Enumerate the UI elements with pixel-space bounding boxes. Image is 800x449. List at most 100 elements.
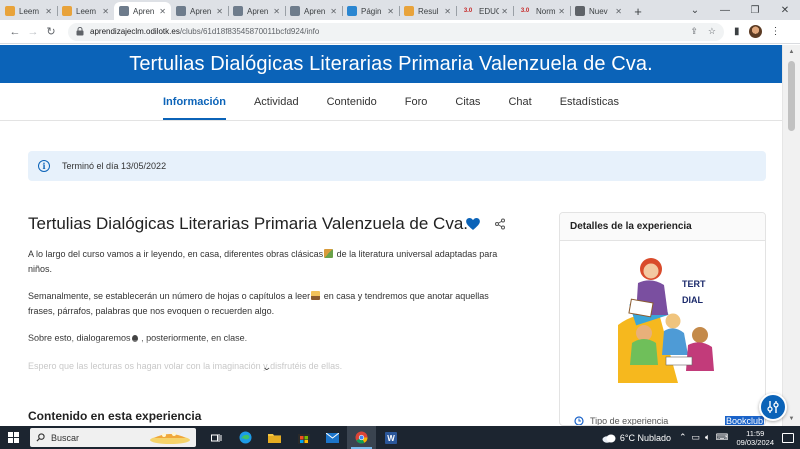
- nav-tab[interactable]: Chat: [508, 83, 531, 120]
- browser-tab[interactable]: Resul ✕: [399, 2, 456, 20]
- taskbar-clock[interactable]: 11:59 09/03/2024: [736, 429, 774, 447]
- nav-tab[interactable]: Foro: [405, 83, 428, 120]
- browser-tab[interactable]: Págin ✕: [342, 2, 399, 20]
- nav-tab[interactable]: Estadísticas: [560, 83, 619, 120]
- word-icon: W: [384, 431, 397, 444]
- tab-title: Nuev: [589, 6, 608, 16]
- file-explorer-app[interactable]: [260, 426, 289, 449]
- browser-tab[interactable]: Apren ✕: [228, 2, 285, 20]
- weather-widget[interactable]: 6°C Nublado: [602, 433, 671, 443]
- browser-tab[interactable]: Leem ✕: [0, 2, 57, 20]
- close-tab-icon[interactable]: ✕: [501, 7, 508, 16]
- task-view-icon: [211, 433, 222, 442]
- reload-icon[interactable]: ↻: [42, 25, 60, 38]
- word-app[interactable]: W: [376, 426, 405, 449]
- browser-tab[interactable]: Nuev ✕: [570, 2, 627, 20]
- system-tray: 6°C Nublado ⌃ ▭ 🔈︎ ⌨︎ 11:59 09/03/2024: [602, 426, 800, 449]
- edge-app[interactable]: [231, 426, 260, 449]
- tab-favicon-icon: [290, 6, 300, 16]
- description-paragraph: Semanalmente, se establecerán un número …: [28, 291, 489, 316]
- site-title: Tertulias Dialógicas Literarias Primaria…: [129, 52, 653, 75]
- keyboard-icon[interactable]: ⌨︎: [715, 432, 728, 443]
- windows-logo-icon: [7, 432, 19, 443]
- svg-text:W: W: [387, 434, 395, 443]
- page-scrollbar[interactable]: ▲ ▼: [782, 45, 800, 426]
- forward-icon[interactable]: →: [24, 26, 42, 38]
- tab-favicon-icon: [119, 6, 129, 16]
- close-tab-icon[interactable]: ✕: [216, 7, 223, 16]
- close-tab-icon[interactable]: ✕: [558, 7, 565, 16]
- experience-type-icon: [574, 416, 584, 425]
- scroll-down-icon[interactable]: ▼: [783, 412, 800, 426]
- tab-title: Apren: [247, 6, 269, 16]
- profile-avatar[interactable]: [748, 25, 762, 38]
- volume-icon[interactable]: 🔈︎: [705, 432, 710, 443]
- notifications-icon[interactable]: [782, 432, 794, 443]
- restore-icon[interactable]: ❐: [740, 5, 770, 16]
- mail-app[interactable]: [318, 426, 347, 449]
- back-icon[interactable]: ←: [6, 26, 24, 38]
- content-section-title: Contenido en esta experiencia: [28, 409, 202, 423]
- windows-taskbar: Buscar W 6°C Nublado ⌃ ▭ 🔈︎ ⌨︎ 11:59 09/…: [0, 426, 800, 449]
- task-view-button[interactable]: [202, 426, 231, 449]
- taskbar-apps: W: [202, 426, 405, 449]
- nav-tab[interactable]: Contenido: [327, 83, 377, 120]
- browser-tab[interactable]: Apren ✕: [171, 2, 228, 20]
- close-tab-icon[interactable]: ✕: [273, 7, 280, 16]
- cover-text-2: DIAL: [682, 295, 703, 305]
- bookmark-star-icon[interactable]: ☆: [708, 26, 716, 37]
- browser-tab[interactable]: Leem ✕: [57, 2, 114, 20]
- tab-search-icon[interactable]: ⌄: [680, 5, 710, 16]
- experience-title: Tertulias Dialógicas Literarias Primaria…: [28, 214, 468, 233]
- chrome-app[interactable]: [347, 426, 376, 449]
- description-paragraph: A lo largo del curso vamos a ir leyendo,…: [28, 249, 498, 274]
- new-tab-button[interactable]: +: [627, 2, 649, 20]
- tab-title: EDUC: [479, 6, 500, 16]
- close-tab-icon[interactable]: ✕: [444, 7, 451, 16]
- tab-favicon-icon: [5, 6, 15, 16]
- browser-tab[interactable]: Apren ✕: [285, 2, 342, 20]
- nav-tab[interactable]: Citas: [455, 83, 480, 120]
- expand-description-icon[interactable]: ⌄: [261, 362, 272, 373]
- nav-tab[interactable]: Información: [163, 83, 226, 120]
- experience-description: A lo largo del curso vamos a ir leyendo,…: [28, 247, 518, 386]
- heart-icon[interactable]: [466, 218, 480, 230]
- close-tab-icon[interactable]: ✕: [102, 7, 109, 16]
- chevron-up-icon[interactable]: ⌃: [679, 432, 687, 443]
- tab-title: Leem: [76, 6, 97, 16]
- tab-favicon-icon: [347, 6, 357, 16]
- side-panel-icon[interactable]: ▮: [734, 26, 740, 37]
- close-tab-icon[interactable]: ✕: [387, 7, 394, 16]
- experience-nav: Información Actividad Contenido Foro Citas Ch…: [0, 83, 782, 121]
- share-network-icon[interactable]: [494, 218, 506, 230]
- browser-menu-icon[interactable]: ⋮: [771, 26, 781, 37]
- browser-tab[interactable]: 3.0 Norm ✕: [513, 2, 570, 20]
- close-window-icon[interactable]: ✕: [770, 5, 800, 16]
- windows-start-button[interactable]: [0, 432, 26, 443]
- mail-icon: [326, 432, 339, 443]
- open-book-emoji-icon: [311, 291, 321, 300]
- minimize-icon[interactable]: —: [710, 5, 740, 16]
- edge-icon: [239, 431, 252, 444]
- close-tab-icon[interactable]: ✕: [159, 7, 166, 16]
- accessibility-button[interactable]: [759, 393, 787, 421]
- tab-title: Apren: [304, 6, 326, 16]
- tab-title: Págin: [361, 6, 382, 16]
- browser-tab[interactable]: 3.0 EDUC ✕: [456, 2, 513, 20]
- close-tab-icon[interactable]: ✕: [330, 7, 337, 16]
- details-card-title: Detalles de la experiencia: [560, 213, 765, 241]
- scrollbar-thumb[interactable]: [788, 61, 795, 131]
- store-app[interactable]: [289, 426, 318, 449]
- address-bar[interactable]: aprendizajeclm.odilotk.es/clubs/61d18f83…: [68, 22, 724, 41]
- scroll-up-icon[interactable]: ▲: [783, 45, 800, 59]
- close-tab-icon[interactable]: ✕: [615, 7, 622, 16]
- share-icon[interactable]: ⇪: [690, 26, 698, 37]
- close-tab-icon[interactable]: ✕: [45, 7, 52, 16]
- network-icon[interactable]: ▭: [692, 432, 701, 443]
- taskbar-search[interactable]: Buscar: [30, 428, 196, 447]
- site-header: Tertulias Dialógicas Literarias Primaria…: [0, 45, 782, 83]
- browser-toolbar: ← → ↻ aprendizajeclm.odilotk.es/clubs/61…: [0, 20, 800, 44]
- experience-type-label: Tipo de experiencia: [590, 416, 669, 426]
- nav-tab[interactable]: Actividad: [254, 83, 299, 120]
- browser-tab[interactable]: Apren ✕: [114, 2, 171, 20]
